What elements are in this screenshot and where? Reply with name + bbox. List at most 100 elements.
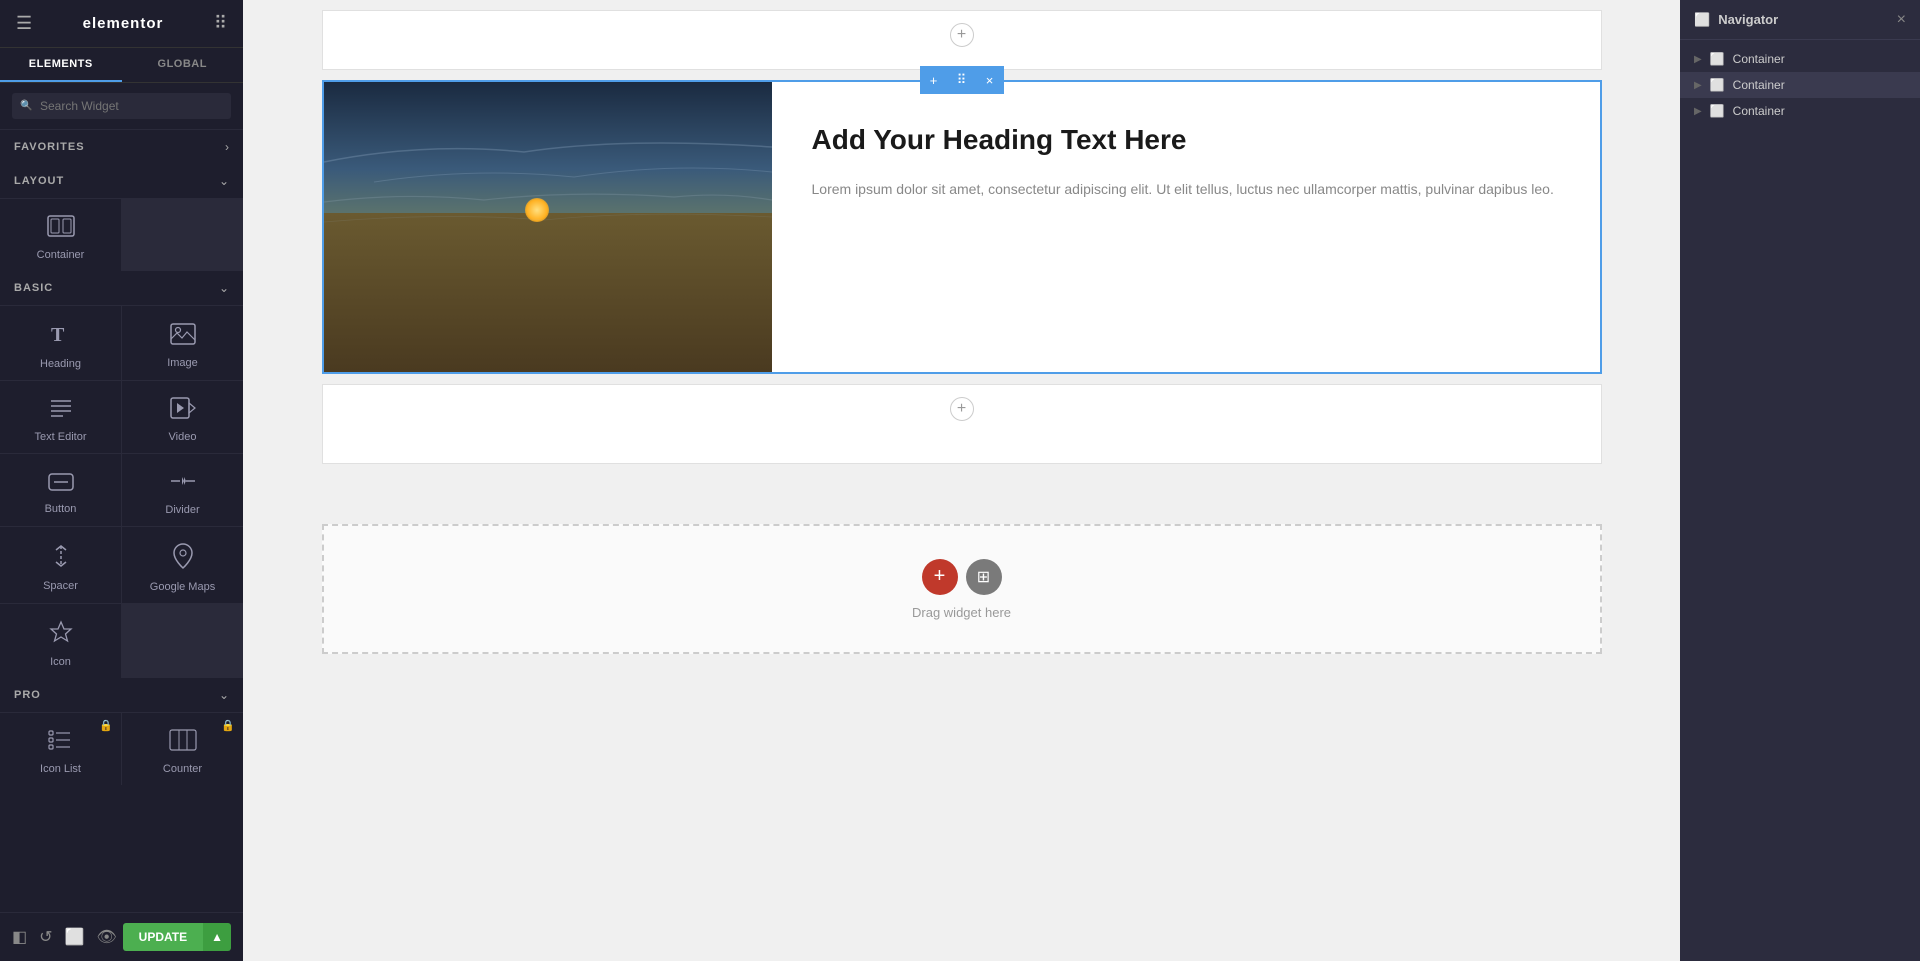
section-pro-header[interactable]: PRO ⌄ xyxy=(0,678,243,712)
widget-counter[interactable]: Counter 🔒 xyxy=(122,713,243,785)
pro-label: PRO xyxy=(14,689,41,701)
nav-container-icon-3: ⬜ xyxy=(1710,104,1725,118)
divider-icon xyxy=(170,470,196,498)
widget-text-editor[interactable]: Text Editor xyxy=(0,381,121,453)
widget-heading[interactable]: T Heading xyxy=(0,306,121,380)
navigator-close-btn[interactable]: × xyxy=(1897,11,1906,29)
section-basic-header[interactable]: BASIC ⌄ xyxy=(0,271,243,305)
spacer-area xyxy=(322,474,1602,514)
content-heading: Add Your Heading Text Here xyxy=(812,122,1560,158)
icon-list-label: Icon List xyxy=(40,763,81,775)
divider-label: Divider xyxy=(165,504,199,516)
layout-label: LAYOUT xyxy=(14,175,64,187)
widget-icon-list[interactable]: Icon List 🔒 xyxy=(0,713,121,785)
section-layout-header[interactable]: LAYOUT ⌄ xyxy=(0,164,243,198)
widget-image[interactable]: Image xyxy=(122,306,243,380)
section-favorites[interactable]: FAVORITES › xyxy=(0,130,243,164)
counter-lock: 🔒 xyxy=(221,719,235,732)
drop-zone-btns: + ⊞ xyxy=(922,559,1002,595)
widget-icon[interactable]: Icon xyxy=(0,604,121,678)
content-image xyxy=(324,82,772,372)
search-input[interactable] xyxy=(12,93,231,119)
update-button-group: UPDATE ▲ xyxy=(123,923,231,951)
update-button[interactable]: UPDATE xyxy=(123,923,203,951)
canvas-section-2: + ⠿ × xyxy=(322,80,1602,374)
basic-label: BASIC xyxy=(14,282,53,294)
hamburger-icon[interactable]: ☰ xyxy=(16,13,32,34)
navigator-header: ⬜ Navigator × xyxy=(1680,0,1920,40)
drop-zone-add-btn[interactable]: + xyxy=(922,559,958,595)
pro-widgets: Icon List 🔒 Counter 🔒 xyxy=(0,712,243,785)
content-body: Lorem ipsum dolor sit amet, consectetur … xyxy=(812,178,1560,202)
nav-container-label-3: Container xyxy=(1733,104,1785,118)
canvas-inner: + + ⠿ × xyxy=(322,10,1602,654)
nav-arrow-1: ▶ xyxy=(1694,54,1702,65)
section-3-add-btn[interactable]: + xyxy=(950,397,974,421)
canvas-section-1: + xyxy=(322,10,1602,70)
image-label: Image xyxy=(167,357,198,369)
widget-google-maps[interactable]: Google Maps xyxy=(122,527,243,603)
nav-arrow-3: ▶ xyxy=(1694,106,1702,117)
app-logo: elementor xyxy=(83,15,164,32)
nav-container-label-1: Container xyxy=(1733,52,1785,66)
panel-content: FAVORITES › LAYOUT ⌄ Container BA xyxy=(0,130,243,961)
layout-arrow: ⌄ xyxy=(219,174,229,188)
container-icon xyxy=(47,215,75,243)
row-toolbar: + ⠿ × xyxy=(920,66,1004,94)
panel-tabs: ELEMENTS GLOBAL xyxy=(0,48,243,83)
tab-elements[interactable]: ELEMENTS xyxy=(0,48,122,82)
image-icon xyxy=(170,323,196,351)
update-arrow-button[interactable]: ▲ xyxy=(203,923,231,951)
spacer-icon xyxy=(49,544,73,574)
pro-arrow: ⌄ xyxy=(219,688,229,702)
button-icon xyxy=(48,471,74,497)
preview-icon[interactable]: 👁 xyxy=(96,927,116,947)
content-text-area: Add Your Heading Text Here Lorem ipsum d… xyxy=(772,82,1600,372)
nav-item-container-2[interactable]: ▶ ⬜ Container xyxy=(1680,72,1920,98)
widget-button[interactable]: Button xyxy=(0,454,121,526)
text-editor-label: Text Editor xyxy=(35,431,87,443)
main-canvas: + + ⠿ × xyxy=(243,0,1680,961)
basic-widgets: T Heading Image xyxy=(0,305,243,678)
section-1-top-bar: + xyxy=(323,11,1601,59)
navigator-items: ▶ ⬜ Container ▶ ⬜ Container ▶ ⬜ Containe… xyxy=(1680,40,1920,130)
layers-icon[interactable]: ◧ xyxy=(12,927,27,947)
content-row: Add Your Heading Text Here Lorem ipsum d… xyxy=(324,82,1600,372)
responsive-icon[interactable]: ⬜ xyxy=(65,927,85,947)
left-panel: ☰ elementor ⠿ ELEMENTS GLOBAL FAVORITES … xyxy=(0,0,243,961)
drop-zone-template-btn[interactable]: ⊞ xyxy=(966,559,1002,595)
widget-spacer[interactable]: Spacer xyxy=(0,527,121,603)
tab-global[interactable]: GLOBAL xyxy=(122,48,244,82)
google-maps-icon xyxy=(172,543,194,575)
container-label: Container xyxy=(37,249,85,261)
history-icon[interactable]: ↺ xyxy=(39,927,52,947)
icon-label: Icon xyxy=(50,656,71,668)
icon-widget-icon xyxy=(49,620,73,650)
spacer-label: Spacer xyxy=(43,580,78,592)
search-wrapper xyxy=(12,93,231,119)
layout-widgets: Container xyxy=(0,198,243,271)
nav-arrow-2: ▶ xyxy=(1694,80,1702,91)
nav-item-container-1[interactable]: ▶ ⬜ Container xyxy=(1680,46,1920,72)
toolbar-add-btn[interactable]: + xyxy=(920,66,948,94)
counter-label: Counter xyxy=(163,763,202,775)
toolbar-move-btn[interactable]: ⠿ xyxy=(948,66,976,94)
cloud-svg xyxy=(324,82,772,372)
video-label: Video xyxy=(169,431,197,443)
video-icon xyxy=(170,397,196,425)
widget-divider[interactable]: Divider xyxy=(122,454,243,526)
heading-label: Heading xyxy=(40,358,81,370)
widget-container[interactable]: Container xyxy=(0,199,121,271)
nav-container-icon-2: ⬜ xyxy=(1710,78,1725,92)
icon-list-lock: 🔒 xyxy=(99,719,113,732)
grid-icon[interactable]: ⠿ xyxy=(214,13,227,34)
footer-icons: ◧ ↺ ⬜ 👁 xyxy=(12,927,117,947)
section-3-top-bar: + xyxy=(323,385,1601,433)
nav-container-icon-1: ⬜ xyxy=(1710,52,1725,66)
toolbar-close-btn[interactable]: × xyxy=(976,66,1004,94)
heading-icon: T xyxy=(49,322,73,352)
button-label: Button xyxy=(45,503,77,515)
widget-video[interactable]: Video xyxy=(122,381,243,453)
section-1-add-btn[interactable]: + xyxy=(950,23,974,47)
nav-item-container-3[interactable]: ▶ ⬜ Container xyxy=(1680,98,1920,124)
